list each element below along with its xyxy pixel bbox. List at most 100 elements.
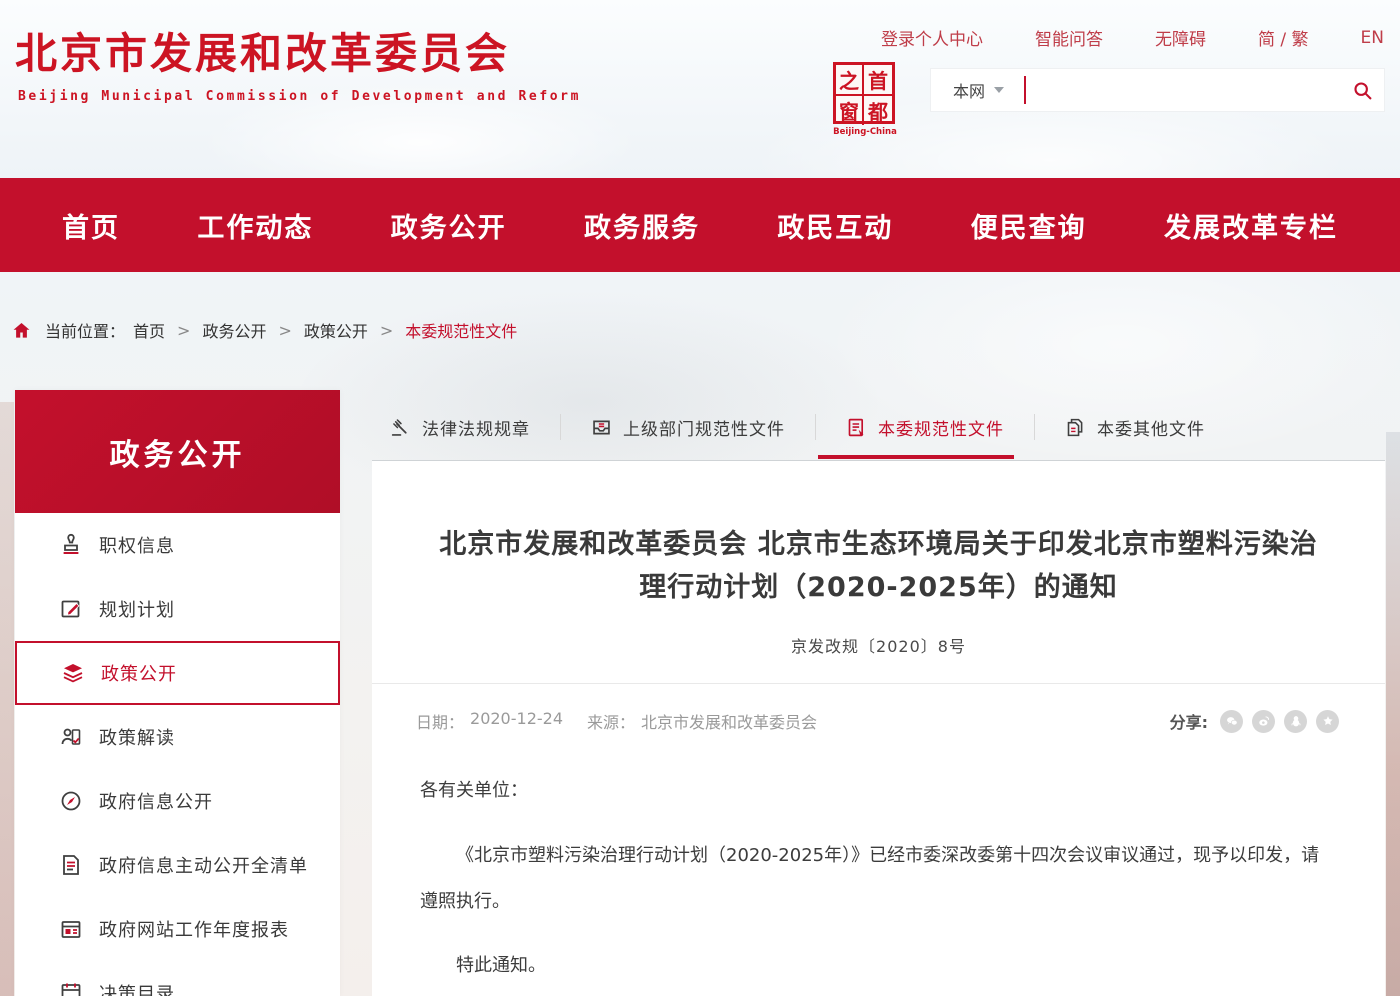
sidebar-item-policy-disclosure[interactable]: 政策公开 <box>15 641 340 705</box>
breadcrumb: 当前位置： 首页 > 政务公开 > 政策公开 > 本委规范性文件 <box>12 318 517 342</box>
stamp-icon <box>59 533 83 557</box>
breadcrumb-item-home[interactable]: 首页 <box>133 318 165 342</box>
interpret-icon <box>59 725 83 749</box>
sidebar-item-label: 规划计划 <box>99 596 175 622</box>
sidebar-item-label: 政府信息公开 <box>99 788 213 814</box>
breadcrumb-item-current: 本委规范性文件 <box>405 318 517 342</box>
share-bar: 分享: <box>1170 709 1339 733</box>
list-doc-icon <box>59 853 83 877</box>
sidebar-item-label: 政策解读 <box>99 724 175 750</box>
search-input[interactable] <box>1026 69 1340 111</box>
capital-window-seal-logo[interactable]: 之 首 窗 都 Beijing-China <box>833 62 897 137</box>
tab-divider <box>1034 414 1035 440</box>
closing-line: 特此通知。 <box>420 951 1337 977</box>
share-qq-button[interactable] <box>1284 710 1307 733</box>
nav-item-gov-services[interactable]: 政务服务 <box>584 206 700 245</box>
share-weibo-button[interactable] <box>1252 710 1275 733</box>
salutation: 各有关单位： <box>420 777 1337 805</box>
source-label: 来源： <box>587 709 635 733</box>
breadcrumb-item-policy-disclosure[interactable]: 政策公开 <box>304 318 368 342</box>
breadcrumb-label: 当前位置： <box>45 318 125 342</box>
article-paragraph: 《北京市塑料污染治理行动计划（2020-2025年）》已经市委深改委第十四次会议… <box>420 833 1337 925</box>
sidebar-item-label: 政策公开 <box>101 660 177 686</box>
smart-qa-link[interactable]: 智能问答 <box>1035 25 1103 50</box>
tab-committee-other-documents[interactable]: 本委其他文件 <box>1065 415 1205 440</box>
plan-icon <box>59 597 83 621</box>
sidebar-item-website-annual-report[interactable]: 政府网站工作年度报表 <box>15 897 340 961</box>
sidebar: 政务公开 职权信息 规划计划 <box>15 390 340 996</box>
article-title: 北京市发展和改革委员会 北京市生态环境局关于印发北京市塑料污染治理行动计划（20… <box>429 523 1329 609</box>
tab-label: 本委其他文件 <box>1097 415 1205 440</box>
sidebar-item-authority-info[interactable]: 职权信息 <box>15 513 340 577</box>
compass-icon <box>59 789 83 813</box>
breadcrumb-item-gov-disclosure[interactable]: 政务公开 <box>202 318 266 342</box>
breadcrumb-separator: > <box>380 321 393 340</box>
nav-item-public-interaction[interactable]: 政民互动 <box>777 206 893 245</box>
nav-item-reform-special-column[interactable]: 发展改革专栏 <box>1164 206 1338 245</box>
seal-characters: 之 首 窗 都 <box>833 62 895 124</box>
sidebar-item-decision-catalog[interactable]: 决策目录 <box>15 961 340 996</box>
breadcrumb-separator: > <box>278 321 291 340</box>
tab-committee-normative-documents[interactable]: 本委规范性文件 <box>846 415 1004 440</box>
tab-divider <box>560 414 561 440</box>
nav-item-work-trends[interactable]: 工作动态 <box>197 206 313 245</box>
site-logo-subtitle: Beijing Municipal Commission of Developm… <box>18 89 581 104</box>
article-meta-row: 日期：2020-12-24 来源：北京市发展和改革委员会 分享: <box>372 701 1385 741</box>
left-decorative-image <box>0 402 14 996</box>
meta-divider <box>372 683 1385 684</box>
share-wechat-button[interactable] <box>1220 710 1243 733</box>
login-personal-center-link[interactable]: 登录个人中心 <box>881 25 983 50</box>
seal-char: 之 <box>836 65 864 96</box>
star-icon <box>1321 714 1335 728</box>
seal-char: 都 <box>864 96 892 125</box>
date-label: 日期： <box>416 709 464 733</box>
weibo-icon <box>1257 714 1271 728</box>
page: 北京市发展和改革委员会 Beijing Municipal Commission… <box>0 0 1400 996</box>
tab-divider <box>815 414 816 440</box>
date-value: 2020-12-24 <box>470 709 563 733</box>
search-scope-label: 本网 <box>953 78 985 102</box>
nav-item-gov-affairs-disclosure[interactable]: 政务公开 <box>391 206 507 245</box>
chevron-down-icon <box>994 87 1004 93</box>
tab-laws-regulations[interactable]: 法律法规规章 <box>390 415 530 440</box>
nav-item-home[interactable]: 首页 <box>62 206 120 245</box>
sidebar-item-label: 职权信息 <box>99 532 175 558</box>
document-category-tabs: 法律法规规章 上级部门规范性文件 本委规范性文件 <box>372 396 1385 458</box>
seal-char: 窗 <box>836 96 864 125</box>
share-label: 分享: <box>1170 709 1208 733</box>
gavel-icon <box>390 417 411 438</box>
search-button[interactable] <box>1340 69 1384 111</box>
main-navigation: 首页 工作动态 政务公开 政务服务 政民互动 便民查询 发展改革专栏 <box>0 178 1400 272</box>
sidebar-item-label: 决策目录 <box>99 980 175 996</box>
english-link[interactable]: EN <box>1361 28 1384 48</box>
source-value: 北京市发展和改革委员会 <box>641 709 817 733</box>
layers-icon <box>61 661 85 685</box>
top-utility-links: 登录个人中心 智能问答 无障碍 简 / 繁 EN <box>881 25 1384 50</box>
article-meta: 日期：2020-12-24 来源：北京市发展和改革委员会 <box>416 709 817 733</box>
sidebar-item-proactive-disclosure-list[interactable]: 政府信息主动公开全清单 <box>15 833 340 897</box>
right-decorative-image <box>1386 432 1400 996</box>
sidebar-item-policy-interpretation[interactable]: 政策解读 <box>15 705 340 769</box>
wechat-icon <box>1225 714 1239 728</box>
accessibility-link[interactable]: 无障碍 <box>1155 25 1206 50</box>
search-icon <box>1352 80 1373 101</box>
site-search-bar: 本网 <box>930 68 1385 112</box>
sidebar-item-gov-info-disclosure[interactable]: 政府信息公开 <box>15 769 340 833</box>
qq-icon <box>1289 714 1303 728</box>
doc-edit-icon <box>846 417 867 438</box>
tab-label: 法律法规规章 <box>422 415 530 440</box>
home-icon[interactable] <box>12 321 31 340</box>
simplified-traditional-toggle[interactable]: 简 / 繁 <box>1258 25 1309 50</box>
nav-item-convenience-query[interactable]: 便民查询 <box>971 206 1087 245</box>
share-more-button[interactable] <box>1316 710 1339 733</box>
tab-label: 上级部门规范性文件 <box>623 415 785 440</box>
sidebar-item-planning[interactable]: 规划计划 <box>15 577 340 641</box>
report-icon <box>59 917 83 941</box>
site-header: 北京市发展和改革委员会 Beijing Municipal Commission… <box>0 0 1400 178</box>
catalog-icon <box>59 981 83 996</box>
breadcrumb-separator: > <box>177 321 190 340</box>
sidebar-title: 政务公开 <box>15 390 340 513</box>
sidebar-item-label: 政府网站工作年度报表 <box>99 916 289 942</box>
tab-superior-normative-documents[interactable]: 上级部门规范性文件 <box>591 415 785 440</box>
search-scope-dropdown[interactable]: 本网 <box>931 78 1004 102</box>
